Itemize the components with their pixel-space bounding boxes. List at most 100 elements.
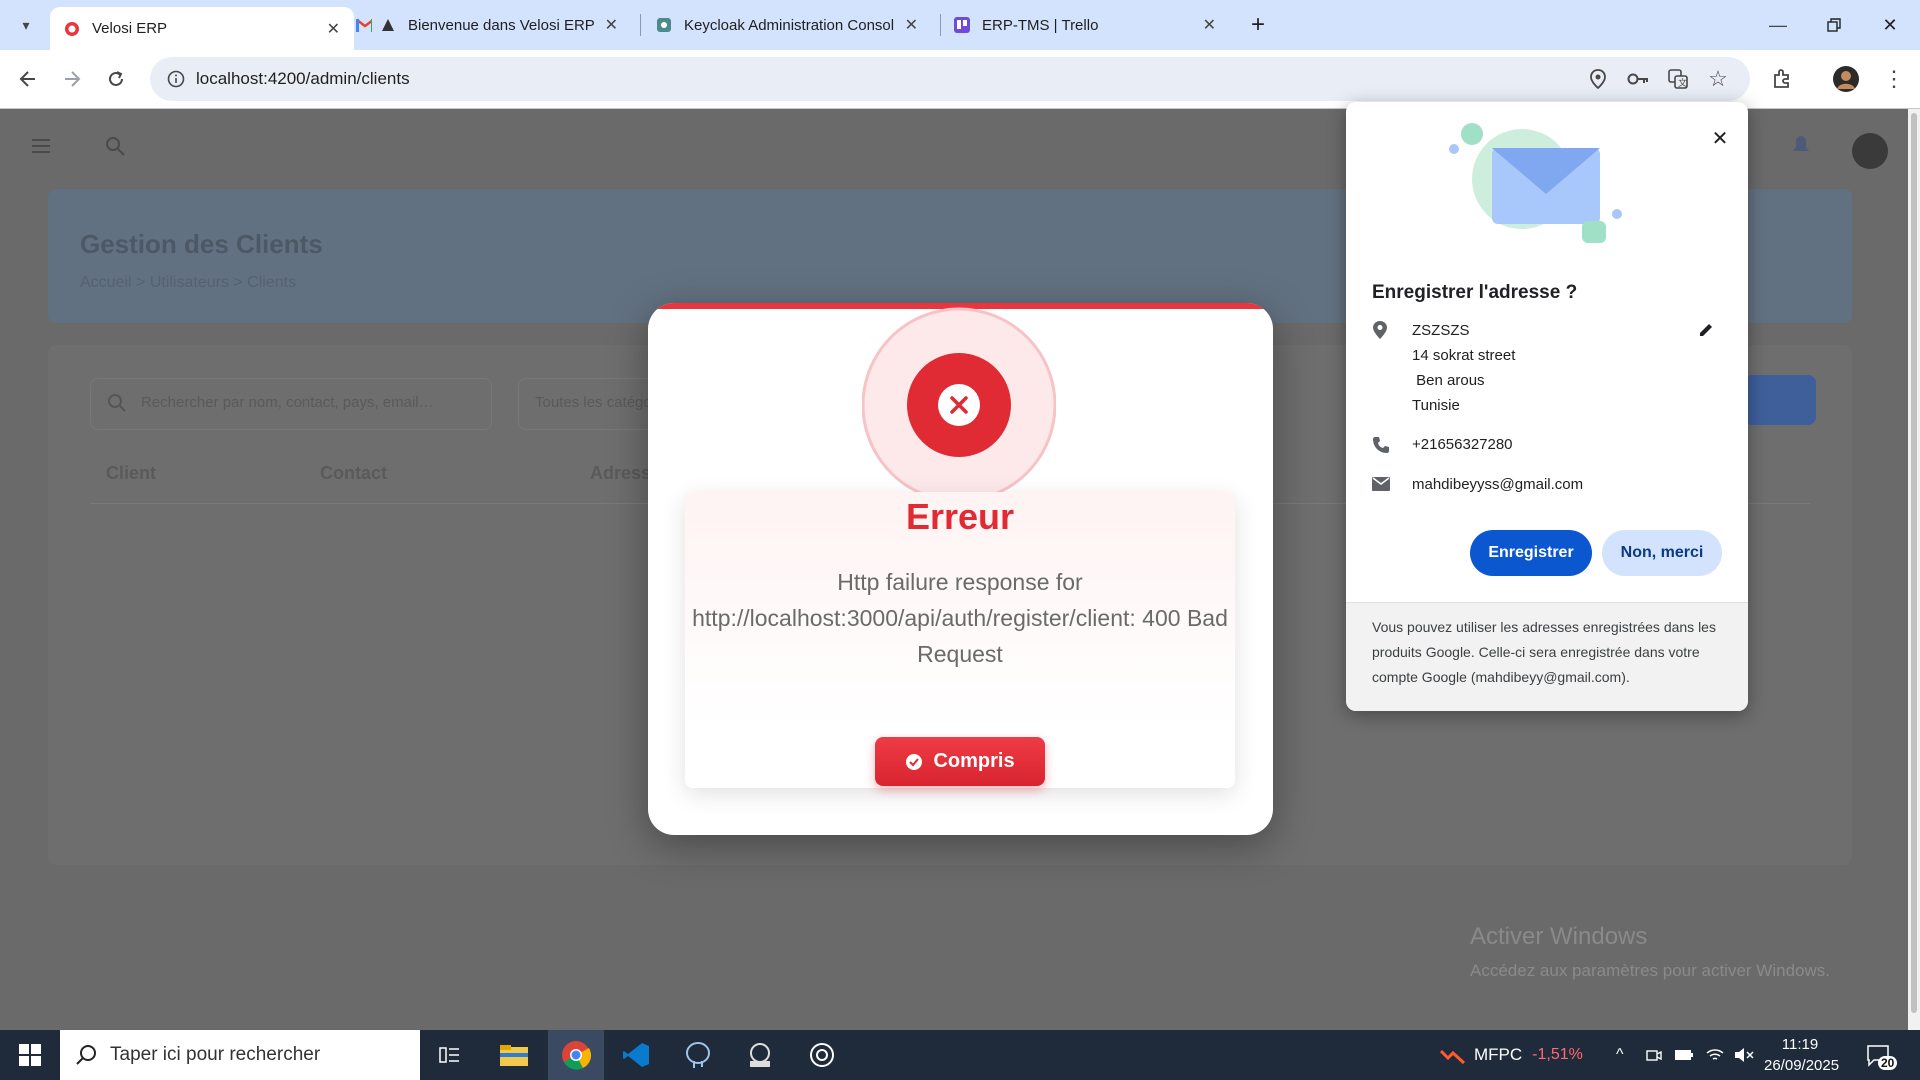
extensions-icon[interactable] (1764, 61, 1800, 97)
restore-icon[interactable] (1816, 7, 1852, 43)
taskbar-search-placeholder: Taper ici pour rechercher (110, 1044, 321, 1065)
address-bar[interactable]: localhost:4200/admin/clients 文 ☆ (150, 57, 1750, 101)
tab-strip: ▾ Velosi ERP ✕ Bienvenue dans Velosi ERP… (0, 0, 1920, 50)
notifications-icon[interactable]: 20 (1866, 1030, 1898, 1080)
notification-icon[interactable] (1786, 129, 1816, 159)
bookmark-star-icon[interactable]: ☆ (1700, 61, 1736, 97)
file-explorer-icon[interactable] (486, 1030, 542, 1080)
show-hidden-icons[interactable]: ^ (1616, 1030, 1624, 1080)
tab-trello[interactable]: ERP-TMS | Trello ✕ (954, 8, 1224, 42)
tab-title: ERP-TMS | Trello (982, 16, 1099, 34)
close-popup-icon[interactable]: ✕ (1702, 120, 1738, 156)
compris-label: Compris (933, 750, 1015, 772)
svg-text:文: 文 (1678, 77, 1687, 89)
breadcrumb: Accueil > Utilisateurs > Clients (80, 274, 297, 291)
close-tab-icon[interactable]: ✕ (605, 15, 618, 35)
velosi-logo-icon (380, 17, 396, 33)
windows-taskbar: Taper ici pour rechercher MFPC -1,51% ^ (0, 1030, 1920, 1080)
chrome-icon[interactable] (548, 1030, 604, 1080)
save-address-button[interactable]: Enregistrer (1470, 530, 1592, 576)
stock-label: MFPC (1474, 1045, 1523, 1064)
column-header: Client (106, 463, 157, 483)
error-icon (861, 307, 1057, 503)
windows-start-icon[interactable] (2, 1030, 58, 1080)
volume-muted-icon[interactable] (1734, 1030, 1754, 1080)
address-phone: +21656327280 (1412, 436, 1513, 453)
gmail-icon (356, 17, 372, 33)
chatgpt-icon[interactable] (794, 1030, 850, 1080)
translate-icon[interactable]: 文 (1660, 61, 1696, 97)
windows-activation-subtitle: Accédez aux paramètres pour activer Wind… (1470, 961, 1830, 980)
close-tab-icon[interactable]: ✕ (905, 15, 918, 35)
battery-icon[interactable] (1674, 1030, 1694, 1080)
tab-keycloak[interactable]: Keycloak Administration Consol ✕ (656, 8, 926, 42)
add-client-button[interactable] (1744, 375, 1816, 425)
user-avatar[interactable] (1852, 133, 1888, 169)
decline-button[interactable]: Non, merci (1602, 530, 1722, 576)
close-window-icon[interactable]: ✕ (1872, 7, 1908, 43)
tab-title: Velosi ERP (92, 20, 168, 37)
profile-avatar[interactable] (1828, 61, 1864, 97)
page-scrollbar[interactable] (1908, 109, 1920, 1030)
popup-footer: Vous pouvez utiliser les adresses enregi… (1346, 602, 1748, 711)
reload-icon[interactable] (98, 61, 134, 97)
taskbar-search[interactable]: Taper ici pour rechercher (60, 1030, 420, 1080)
address-email: mahdibeyyss@gmail.com (1412, 476, 1584, 493)
close-tab-icon[interactable]: ✕ (327, 19, 340, 39)
taskbar-search-icon (76, 1044, 98, 1066)
phone-icon (1372, 436, 1390, 459)
error-title: Erreur (905, 496, 1015, 537)
search-icon[interactable] (104, 135, 126, 157)
clock-time: 11:19 (1781, 1036, 1819, 1053)
popup-footer-text: Vous pouvez utiliser les adresses enregi… (1372, 619, 1716, 685)
notifications-count: 20 (1878, 1056, 1898, 1070)
windows-activation-title: Activer Windows (1470, 923, 1648, 950)
password-key-icon[interactable] (1620, 61, 1656, 97)
task-view-icon[interactable] (422, 1030, 478, 1080)
address-country: Tunisie (1412, 397, 1460, 414)
wifi-icon[interactable] (1706, 1030, 1724, 1080)
error-message: Http failure response for http://localho… (692, 569, 1228, 667)
check-circle-icon (905, 753, 923, 771)
vscode-icon[interactable] (608, 1030, 664, 1080)
close-tab-icon[interactable]: ✕ (1203, 15, 1216, 35)
clock[interactable]: 11:19 26/09/2025 (1764, 1034, 1840, 1076)
forward-icon[interactable] (54, 61, 90, 97)
stock-trend-icon (1440, 1045, 1466, 1065)
meet-now-icon[interactable] (1646, 1030, 1662, 1080)
scrollbar-thumb[interactable] (1911, 113, 1917, 1013)
search-input[interactable]: Rechercher par nom, contact, pays, email… (90, 378, 492, 430)
new-tab-button[interactable]: + (1240, 7, 1276, 43)
address-name: ZSZSZS (1412, 322, 1470, 339)
clock-date: 26/09/2025 (1764, 1057, 1840, 1074)
keycloak-icon (656, 17, 672, 33)
url-text[interactable]: localhost:4200/admin/clients (196, 69, 410, 89)
error-dialog: Erreur Http failure response for http://… (648, 303, 1273, 835)
back-icon[interactable] (10, 61, 46, 97)
tab-title: Keycloak Administration Consol (684, 16, 894, 34)
postgresql-icon[interactable] (670, 1030, 726, 1080)
email-icon (1372, 477, 1390, 496)
page-title: Gestion des Clients (80, 229, 323, 259)
menu-toggle-icon[interactable] (30, 135, 52, 157)
tab-divider (940, 14, 941, 36)
stock-widget[interactable]: MFPC -1,51% (1440, 1030, 1583, 1080)
location-pin-icon[interactable] (1580, 61, 1616, 97)
location-icon (1372, 320, 1388, 345)
search-field-icon (107, 393, 127, 418)
browser-toolbar: localhost:4200/admin/clients 文 ☆ ⋮ (0, 50, 1920, 109)
column-header: Contact (320, 463, 387, 483)
minimize-icon[interactable]: ― (1760, 7, 1796, 43)
tab-bienvenue[interactable]: Bienvenue dans Velosi ERP ✕ (356, 8, 626, 42)
browser-menu-icon[interactable]: ⋮ (1876, 61, 1912, 97)
save-address-popup: ✕ Enregistrer l'adresse ? ZSZSZS 14 sokr… (1346, 102, 1748, 711)
site-info-icon[interactable] (158, 61, 194, 97)
edit-pencil-icon[interactable] (1688, 312, 1724, 348)
address-city: Ben arous (1412, 372, 1485, 389)
network-app-icon[interactable] (732, 1030, 788, 1080)
popup-heading: Enregistrer l'adresse ? (1372, 282, 1578, 303)
trello-icon (954, 17, 970, 33)
tab-velosi-erp[interactable]: Velosi ERP ✕ (50, 7, 354, 50)
compris-button[interactable]: Compris (875, 737, 1045, 786)
tab-search-chevron-icon[interactable]: ▾ (8, 7, 44, 43)
